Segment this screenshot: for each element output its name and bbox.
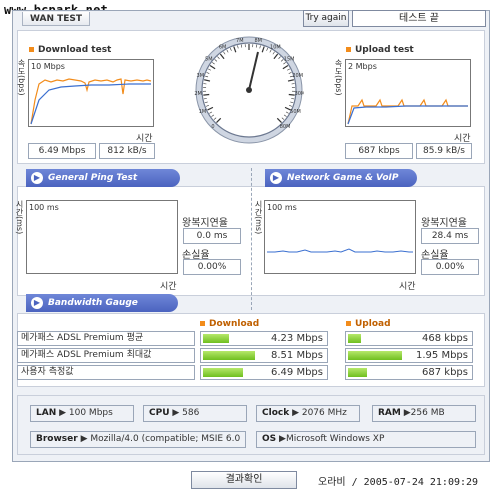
gauge-download-value: 8.51 Mbps	[271, 350, 323, 361]
download-kbs-value: 812 kB/s	[99, 143, 155, 159]
gauge-download-fill	[203, 351, 255, 360]
download-rate-line	[30, 78, 152, 125]
ping-delay-label: 왕복지연율	[182, 218, 228, 229]
dial-tick-label: 2M	[194, 91, 202, 97]
speedometer-dial: 0 1M 2M 3M 5M 6M 7M 8M 10M 15M 20M 30M 50M 80M	[194, 36, 304, 144]
gauge-upload-value: 468 kbps	[422, 333, 468, 344]
ping-loss-value: 0.00%	[183, 259, 241, 275]
game-axis-label: 시간(ms)	[254, 200, 263, 235]
dial-tick-label: 15M	[284, 57, 295, 63]
lan-info: LAN ▶ 100 Mbps	[30, 405, 134, 422]
cpu-info: CPU ▶ 586	[143, 405, 247, 422]
network-game-voip-header: ▶ Network Game & VoIP Test	[265, 169, 417, 201]
dial-tick-label: 8M	[254, 38, 261, 44]
gauge-row-label: 메가패스 ADSL Premium 최대값	[17, 348, 195, 363]
gauge-download-value: 6.49 Mbps	[271, 367, 323, 378]
dial-tick-label: 1M	[199, 109, 207, 115]
gauge-download-track: 6.49 Mbps	[200, 365, 328, 380]
game-latency-line	[267, 248, 413, 253]
download-test-label: Download test	[29, 45, 111, 55]
general-ping-test-header: ▶ General Ping Test	[26, 169, 180, 187]
orange-bullet-icon	[346, 321, 351, 326]
bandwidth-gauge-header: ▶ Bandwidth Gauge	[26, 294, 178, 312]
game-delay-label: 왕복지연율	[421, 218, 467, 229]
upload-average-line	[347, 105, 468, 125]
dial-tick-label: 20M	[292, 73, 303, 79]
download-average-line	[30, 83, 151, 125]
upload-graph: 2 Mbps	[345, 59, 471, 127]
game-loss-value: 0.00%	[421, 259, 479, 275]
download-mbps-value: 6.49 Mbps	[28, 143, 96, 159]
arrow-right-icon: ▶	[31, 172, 43, 184]
dial-tick-label: 0	[211, 124, 214, 130]
dial-tick-label: 6M	[219, 44, 227, 50]
gauge-download-track: 4.23 Mbps	[200, 331, 328, 346]
upload-axis-label: 속도(bps)	[334, 59, 343, 96]
gauge-upload-fill	[348, 334, 361, 343]
dial-tick-label: 7M	[236, 38, 244, 44]
gauge-upload-value: 687 kbps	[422, 367, 468, 378]
confirm-results-button[interactable]: 결과확인	[191, 471, 297, 489]
gauge-row-label: 사용자 측정값	[17, 365, 195, 380]
game-graph: 100 ms	[264, 200, 416, 274]
game-delay-value: 28.4 ms	[421, 228, 479, 244]
ping-delay-value: 0.0 ms	[183, 228, 241, 244]
gauge-download-header: Download	[200, 319, 259, 329]
gauge-download-fill	[203, 334, 229, 343]
orange-bullet-icon	[346, 47, 351, 52]
dial-tick-label: 5M	[205, 57, 213, 63]
arrow-right-icon: ▶	[31, 297, 43, 309]
gauge-upload-track: 687 kbps	[345, 365, 473, 380]
gauge-upload-value: 1.95 Mbps	[416, 350, 468, 361]
dial-tick-label: 3M	[197, 73, 205, 79]
gauge-row-label: 메가패스 ADSL Premium 평균	[17, 331, 195, 346]
gauge-upload-header: Upload	[346, 319, 391, 329]
window-title-tab: WAN TEST	[22, 12, 90, 26]
dial-tick-label: 80M	[280, 124, 291, 130]
os-info: OS ▶Microsoft Windows XP	[256, 431, 476, 448]
dial-tick-label: 10M	[270, 44, 281, 50]
upload-kbps-value: 687 kbps	[345, 143, 413, 159]
gauge-download-value: 4.23 Mbps	[271, 333, 323, 344]
ping-axis-label: 시간(ms)	[15, 200, 24, 235]
game-time-label: 시간	[399, 282, 416, 292]
ping-time-label: 시간	[160, 282, 177, 292]
gauge-download-track: 8.51 Mbps	[200, 348, 328, 363]
browser-info: Browser ▶ Mozilla/4.0 (compatible; MSIE …	[30, 431, 246, 448]
download-graph: 10 Mbps	[28, 59, 154, 127]
gauge-upload-fill	[348, 368, 367, 377]
gauge-upload-track: 468 kbps	[345, 331, 473, 346]
orange-bullet-icon	[200, 321, 205, 326]
ram-info: RAM ▶256 MB	[372, 405, 476, 422]
dial-tick-label: 30M	[295, 91, 304, 97]
ping-graph-scale: 100 ms	[29, 203, 59, 212]
footer-signature: 오라비 / 2005-07-24 21:09:29	[318, 477, 479, 488]
dial-tick	[203, 93, 210, 96]
upload-test-label: Upload test	[346, 45, 414, 55]
orange-bullet-icon	[29, 47, 34, 52]
clock-info: Clock ▶ 2076 MHz	[256, 405, 360, 422]
ping-graph: 100 ms	[26, 200, 178, 274]
arrow-right-icon: ▶	[270, 172, 282, 184]
try-again-button[interactable]: Try again	[303, 10, 349, 27]
gauge-download-fill	[203, 368, 243, 377]
gauge-upload-track: 1.95 Mbps	[345, 348, 473, 363]
gauge-upload-fill	[348, 351, 402, 360]
upload-rate-line	[347, 98, 468, 125]
panel-divider	[251, 168, 252, 310]
download-axis-label: 속도(bps)	[17, 59, 26, 96]
status-display: 테스트 끝	[352, 10, 486, 27]
dial-tick-label: 50M	[290, 109, 301, 115]
upload-kbs-value: 85.9 kB/s	[416, 143, 472, 159]
